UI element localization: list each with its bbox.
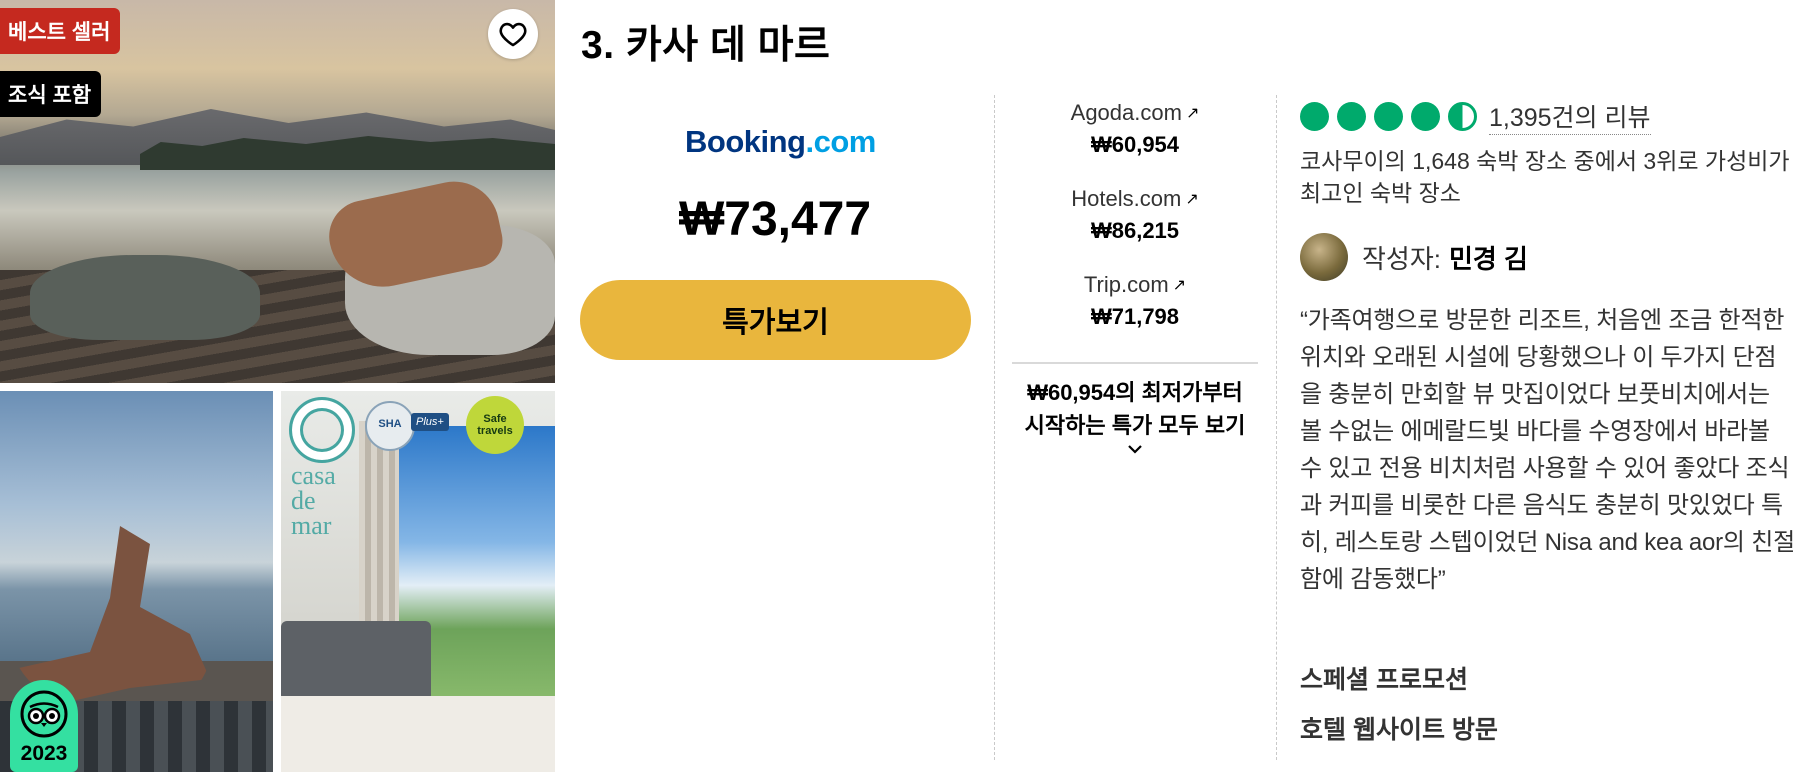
bestseller-badge: 베스트 셀러 <box>0 8 121 54</box>
review-count-link[interactable]: 1,395건의 리뷰 <box>1489 98 1651 135</box>
offer-price: ₩86,215 <box>1090 218 1180 243</box>
photo-beanbag <box>30 255 260 340</box>
rating-bubble-icon <box>1337 102 1366 131</box>
rating-bubble-icon <box>1300 102 1329 131</box>
rating-bubble-icon <box>1374 102 1403 131</box>
photo-person <box>10 526 210 706</box>
other-offers-list: Agoda.com ↗ ₩60,954 Hotels.com ↗ ₩86,215 T… <box>1012 100 1258 358</box>
ranking-text: 코사무이의 1,648 숙박 장소 중에서 3위로 가성비가 최고인 숙박 장소 <box>1300 148 1790 206</box>
travelers-choice-award: 2023 <box>10 680 78 772</box>
hotel-logo-text: casa de mar <box>291 461 336 540</box>
author-name[interactable]: 민경 김 <box>1449 239 1528 276</box>
provider-tld: .com <box>805 124 877 159</box>
tripadvisor-owl-icon <box>20 690 68 738</box>
hotel-website-link[interactable]: 호텔 웹사이트 방문 <box>1300 710 1498 746</box>
main-price: ₩73,477 <box>678 193 872 246</box>
rating-half-bubble-icon <box>1448 102 1477 131</box>
offer-provider: Hotels.com <box>1071 186 1182 211</box>
all-deals-line2: 시작하는 특가 모두 보기 <box>1024 413 1246 438</box>
photo-bed <box>281 696 555 772</box>
column-divider <box>994 95 995 760</box>
view-deal-button[interactable]: 특가보기 <box>580 280 971 360</box>
thumbnail-photo-room[interactable]: casa de mar SHA Plus+ Safe travels <box>281 391 555 772</box>
rating-bubbles: 1,395건의 리뷰 <box>1300 98 1651 135</box>
main-photo[interactable] <box>0 0 555 383</box>
breakfast-badge: 조식 포함 <box>0 71 102 117</box>
external-link-icon: ↗ <box>1172 277 1187 294</box>
hotel-logo-swirl <box>289 397 355 463</box>
external-link-icon: ↗ <box>1185 191 1199 208</box>
photo-gallery: casa de mar SHA Plus+ Safe travels 베스트 셀러 … <box>0 0 555 772</box>
review-quote[interactable]: “가족여행으로 방문한 리조트, 처음엔 조금 한적한 위치와 오래된 시설에 … <box>1300 302 1796 598</box>
offer-provider: Agoda.com <box>1070 100 1182 125</box>
review-author: 작성자: 민경 김 <box>1300 233 1528 281</box>
award-year: 2023 <box>20 742 68 765</box>
offer-provider: Trip.com <box>1083 272 1169 297</box>
provider-name: Booking <box>685 124 806 159</box>
sha-badge: SHA <box>365 401 415 451</box>
author-prefix: 작성자: <box>1362 243 1441 274</box>
listing-title[interactable]: 3. 카사 데 마르 <box>581 14 830 70</box>
photo-sofa <box>281 621 431 701</box>
chevron-down-icon <box>1128 445 1142 454</box>
offer-trip-com[interactable]: Trip.com ↗ ₩71,798 <box>1012 272 1258 358</box>
booking-com-logo: Booking.com <box>685 124 876 160</box>
heart-icon <box>499 22 527 47</box>
offers-divider <box>1012 362 1258 364</box>
all-deals-line1: ₩60,954의 최저가부터 <box>1027 380 1243 405</box>
column-divider <box>1276 95 1277 760</box>
safe-travels-badge: Safe travels <box>466 396 524 454</box>
offer-agoda[interactable]: Agoda.com ↗ ₩60,954 <box>1012 100 1258 186</box>
special-promotion-link[interactable]: 스페셜 프로모션 <box>1300 660 1468 696</box>
rating-bubble-icon <box>1411 102 1440 131</box>
offer-hotels-com[interactable]: Hotels.com ↗ ₩86,215 <box>1012 186 1258 272</box>
save-favorite-button[interactable] <box>488 9 538 59</box>
offer-price: ₩60,954 <box>1090 132 1180 157</box>
external-link-icon: ↗ <box>1185 105 1200 122</box>
sha-plus-badge: Plus+ <box>411 413 449 431</box>
offer-price: ₩71,798 <box>1090 304 1180 329</box>
avatar[interactable] <box>1300 233 1348 281</box>
view-all-deals-link[interactable]: ₩60,954의 최저가부터 시작하는 특가 모두 보기 <box>1012 376 1258 456</box>
